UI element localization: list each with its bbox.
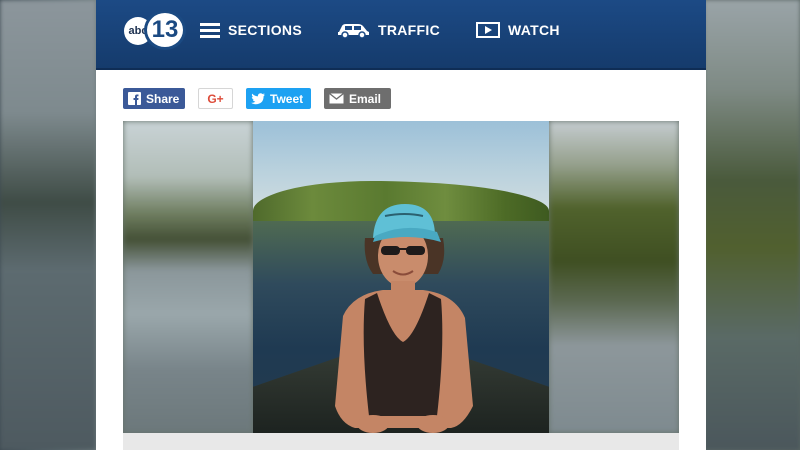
background-blur-right	[704, 0, 800, 450]
share-bar: Share G+ Tweet Email	[123, 88, 391, 109]
play-icon	[476, 22, 500, 38]
tweet-button[interactable]: Tweet	[246, 88, 311, 109]
tweet-label: Tweet	[270, 91, 304, 106]
photo-blur-right	[549, 121, 679, 433]
background-blur-left	[0, 0, 96, 450]
hamburger-icon	[200, 22, 220, 38]
twitter-bird-icon	[251, 92, 265, 105]
car-icon	[336, 22, 370, 38]
abc13-logo[interactable]: abc 13	[124, 10, 186, 50]
nav-watch[interactable]: WATCH	[476, 18, 560, 42]
nav-traffic[interactable]: TRAFFIC	[336, 18, 440, 42]
photo-blur-left	[123, 121, 253, 433]
site-header: abc 13 SECTIONS TRAFFIC WATCH	[96, 0, 706, 70]
email-button[interactable]: Email	[324, 88, 391, 109]
facebook-share-label: Share	[146, 91, 180, 106]
photo-person	[335, 204, 473, 433]
logo-number: 13	[144, 10, 186, 50]
google-plus-button[interactable]: G+	[198, 88, 233, 109]
nav-watch-label: WATCH	[508, 22, 560, 38]
photo-caption-bar	[123, 433, 679, 450]
envelope-icon	[329, 93, 344, 104]
facebook-share-button[interactable]: Share	[123, 88, 185, 109]
nav-traffic-label: TRAFFIC	[378, 22, 440, 38]
article-page: abc 13 SECTIONS TRAFFIC WATCH Share G+ T…	[96, 0, 706, 450]
nav-sections[interactable]: SECTIONS	[200, 18, 302, 42]
google-plus-icon: G+	[207, 91, 224, 106]
article-photo	[253, 121, 549, 433]
email-label: Email	[349, 91, 382, 106]
facebook-icon	[128, 92, 141, 105]
nav-sections-label: SECTIONS	[228, 22, 302, 38]
article-photo-container[interactable]	[123, 121, 679, 433]
